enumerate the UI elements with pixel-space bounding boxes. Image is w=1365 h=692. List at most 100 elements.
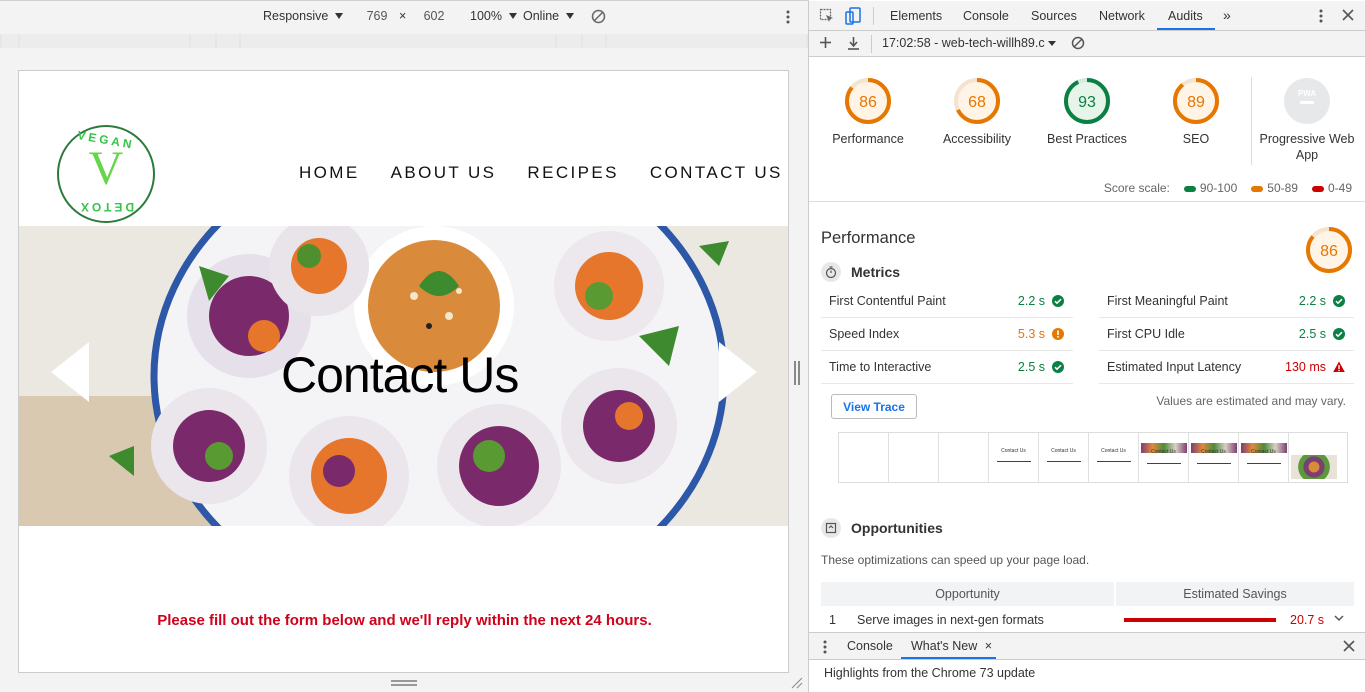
- score-ring: 86: [845, 78, 891, 124]
- metric-first-meaningful-paint: First Meaningful Paint 2.2 s: [1099, 285, 1354, 318]
- download-report-icon[interactable]: [847, 36, 860, 53]
- score-ring: 93: [1064, 78, 1110, 124]
- filmstrip-frame: [939, 433, 989, 482]
- category-gauges: 86 Performance 68 Accessibility 93 Best: [809, 57, 1365, 202]
- report-select[interactable]: 17:02:58 - web-tech-willh89.c: [882, 36, 1056, 50]
- fail-warning-icon: [1333, 361, 1345, 376]
- score-best-practices: 93: [1078, 94, 1096, 111]
- score-ring: 86: [1306, 227, 1352, 273]
- pass-check-icon: [1333, 295, 1345, 310]
- drawer-tab-whats-new[interactable]: What's New ×: [911, 639, 992, 653]
- new-audit-icon[interactable]: [819, 36, 832, 52]
- metric-speed-index: Speed Index 5.3 s: [821, 318, 1073, 351]
- filmstrip-frame: Contact Us: [989, 433, 1039, 482]
- height-input[interactable]: 602: [414, 9, 454, 23]
- device-toolbar: Responsive 769 × 602 100% Online: [0, 2, 808, 32]
- score-seo: 89: [1187, 94, 1205, 111]
- devtools-menu-icon[interactable]: [1319, 9, 1323, 26]
- stopwatch-icon: [821, 262, 841, 282]
- performance-score: 86: [1320, 243, 1338, 260]
- filmstrip-frame: [1289, 433, 1339, 482]
- devtools-tabbar: Elements Console Sources Network Audits …: [809, 1, 1365, 31]
- filmstrip-frame: Contact Us: [1089, 433, 1139, 482]
- score-performance: 86: [859, 94, 877, 111]
- hero-carousel: Contact Us: [19, 226, 788, 526]
- throttling-label: Online: [523, 9, 560, 23]
- gauge-best-practices[interactable]: 93 Best Practices: [1032, 77, 1142, 147]
- rotate-icon[interactable]: [591, 9, 606, 24]
- score-scale: Score scale: 90-100 50-89 0-49: [1104, 181, 1352, 195]
- average-info-icon: [1052, 328, 1064, 343]
- gauge-performance[interactable]: 86 Performance: [813, 77, 923, 147]
- throttling-select[interactable]: Online: [523, 9, 575, 23]
- logo-bottom-text: DETOX: [77, 200, 135, 214]
- clear-reports-icon[interactable]: [1071, 36, 1085, 53]
- chevron-down-icon: [566, 13, 575, 19]
- gauge-pwa[interactable]: PWA Progressive Web App: [1252, 77, 1362, 163]
- gauge-label: Best Practices: [1047, 132, 1127, 146]
- metric-estimated-input-latency: Estimated Input Latency 130 ms: [1099, 351, 1354, 384]
- view-trace-button[interactable]: View Trace: [831, 394, 917, 419]
- more-options-icon[interactable]: [786, 10, 790, 24]
- device-select-label: Responsive: [263, 9, 329, 23]
- col-opportunity: Opportunity: [821, 582, 1114, 606]
- hero-title: Contact Us: [281, 347, 519, 403]
- carousel-next-arrow-icon[interactable]: [719, 342, 757, 402]
- metrics-heading: Metrics: [821, 262, 900, 282]
- tab-console[interactable]: Console: [963, 9, 1009, 23]
- metric-first-cpu-idle: First CPU Idle 2.5 s: [1099, 318, 1354, 351]
- carousel-prev-arrow-icon[interactable]: [51, 342, 89, 402]
- drawer-tab-console[interactable]: Console: [847, 639, 893, 653]
- close-devtools-icon[interactable]: [1342, 9, 1354, 24]
- tab-network[interactable]: Network: [1099, 9, 1145, 23]
- whats-new-headline: Highlights from the Chrome 73 update: [824, 666, 1036, 680]
- opportunity-index: 1: [829, 613, 836, 627]
- score-ring: 89: [1173, 78, 1219, 124]
- opportunity-row[interactable]: 1 Serve images in next-gen formats 20.7 …: [821, 606, 1354, 632]
- width-input[interactable]: 769: [355, 9, 399, 23]
- close-tab-icon[interactable]: ×: [985, 639, 992, 653]
- chevron-down-icon: [508, 13, 517, 19]
- height-resize-handle[interactable]: [391, 680, 417, 686]
- tab-audits[interactable]: Audits: [1168, 9, 1203, 23]
- score-scale-label: Score scale:: [1103, 181, 1170, 195]
- gauge-accessibility[interactable]: 68 Accessibility: [922, 77, 1032, 147]
- pass-check-icon: [1052, 361, 1064, 376]
- chevron-down-icon: [335, 13, 344, 19]
- tab-sources[interactable]: Sources: [1031, 9, 1077, 23]
- page-viewport: VEGAN V DETOX HOME ABOUT US RECIPES CONT…: [18, 70, 789, 673]
- gauge-seo[interactable]: 89 SEO: [1141, 77, 1251, 147]
- pass-check-icon: [1333, 328, 1345, 343]
- chevron-down-icon[interactable]: [1334, 612, 1344, 626]
- filmstrip-frame: [889, 433, 939, 482]
- scale-range-average: 50-89: [1251, 181, 1298, 195]
- opportunities-heading: Opportunities: [821, 518, 943, 538]
- vegan-detox-logo[interactable]: VEGAN V DETOX: [57, 125, 155, 223]
- score-accessibility: 68: [968, 94, 986, 111]
- corner-resize-handle-icon[interactable]: [791, 677, 805, 691]
- opportunities-table-header: Opportunity Estimated Savings: [821, 582, 1354, 606]
- nav-recipes[interactable]: RECIPES: [527, 163, 618, 183]
- zoom-select[interactable]: 100%: [470, 9, 517, 23]
- tab-elements[interactable]: Elements: [890, 9, 942, 23]
- pass-check-icon: [1052, 295, 1064, 310]
- close-drawer-icon[interactable]: [1343, 640, 1355, 655]
- score-ring: 68: [954, 78, 1000, 124]
- savings-bar: [1124, 618, 1276, 622]
- nav-about-us[interactable]: ABOUT US: [391, 163, 497, 183]
- drawer-menu-icon[interactable]: [823, 640, 827, 657]
- col-estimated-savings: Estimated Savings: [1116, 582, 1354, 606]
- device-select[interactable]: Responsive: [263, 9, 344, 23]
- opportunity-title: Serve images in next-gen formats: [857, 613, 1044, 627]
- device-toolbar-toggle-icon[interactable]: [845, 7, 861, 28]
- nav-contact-us[interactable]: CONTACT US: [650, 163, 783, 183]
- site-header: VEGAN V DETOX HOME ABOUT US RECIPES CONT…: [19, 71, 788, 226]
- inspect-element-icon[interactable]: [819, 8, 835, 27]
- nav-home[interactable]: HOME: [299, 163, 360, 183]
- width-resize-handle[interactable]: [794, 361, 800, 385]
- whats-new-panel: Highlights from the Chrome 73 update: [809, 660, 1365, 692]
- device-emulation-pane: Responsive 769 × 602 100% Online VEGAN V…: [0, 0, 808, 692]
- drawer-tab-whats-new-label: What's New: [911, 639, 978, 653]
- more-tabs-icon[interactable]: »: [1223, 7, 1231, 23]
- pwa-badge-text: PWA: [1298, 89, 1316, 98]
